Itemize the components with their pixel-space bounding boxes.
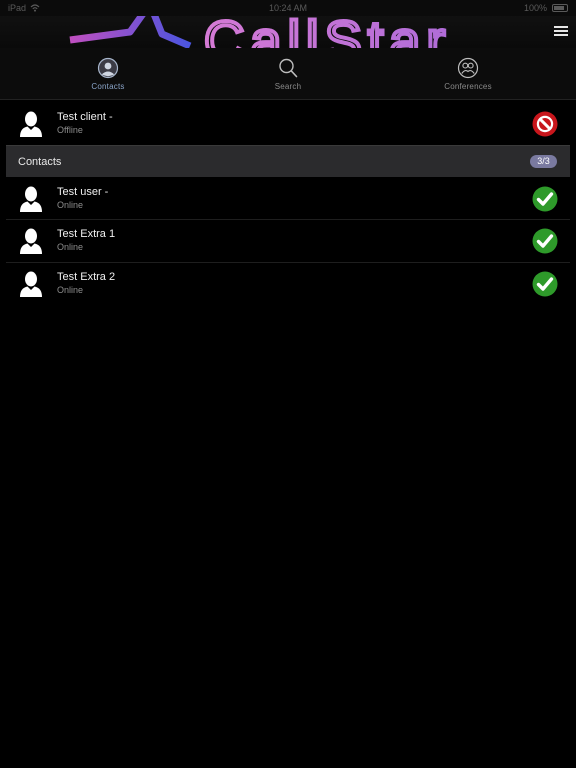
contact-name: Test user - [57, 186, 109, 198]
conferences-icon [457, 57, 479, 79]
group-title: Contacts [18, 156, 62, 168]
contact-status: Online [57, 242, 84, 252]
count-badge: 3/3 [530, 155, 557, 168]
contact-name: Test Extra 2 [57, 271, 116, 283]
tab-search[interactable]: Search [218, 48, 358, 100]
tab-label: Conferences [444, 82, 492, 91]
contact-name: Test Extra 1 [57, 228, 116, 240]
search-icon [279, 58, 298, 78]
person-silhouette-icon [20, 271, 42, 297]
contact-status: Offline [57, 125, 83, 135]
contacts-avatar-icon [97, 57, 119, 79]
person-silhouette-icon [20, 228, 42, 254]
tab-label: Search [274, 82, 302, 91]
offline-block-icon [532, 111, 558, 137]
tab-bar: Contacts Search Conferences [0, 48, 576, 100]
contact-status: Online [57, 285, 84, 295]
contact-status: Online [57, 200, 84, 210]
clock: 10:24 AM [268, 3, 308, 13]
tab-conferences[interactable]: Conferences [398, 48, 538, 100]
group-header-contacts[interactable]: Contacts 3/3 [6, 145, 570, 177]
self-contact-row[interactable]: Test client - Offline [6, 103, 570, 145]
contact-row[interactable]: Test Extra 2 Online [6, 263, 570, 305]
tab-label: Contacts [91, 82, 125, 91]
battery-icon [552, 4, 568, 12]
online-check-icon [532, 228, 558, 254]
contact-row[interactable]: Test user - Online [6, 178, 570, 220]
online-check-icon [532, 271, 558, 297]
online-check-icon [532, 186, 558, 212]
contact-row[interactable]: Test Extra 1 Online [6, 220, 570, 262]
contact-name: Test client - [57, 111, 113, 123]
hamburger-menu-icon [554, 26, 568, 28]
person-silhouette-icon [20, 111, 42, 137]
app-root: CallStar iPad 10:24 AM 100% Contacts Sea… [0, 0, 576, 768]
tab-contacts[interactable]: Contacts [38, 48, 178, 100]
menu-button[interactable] [554, 24, 568, 38]
battery-percent: 100% [523, 3, 547, 13]
status-bar: iPad 10:24 AM 100% [0, 0, 576, 16]
person-silhouette-icon [20, 186, 42, 212]
